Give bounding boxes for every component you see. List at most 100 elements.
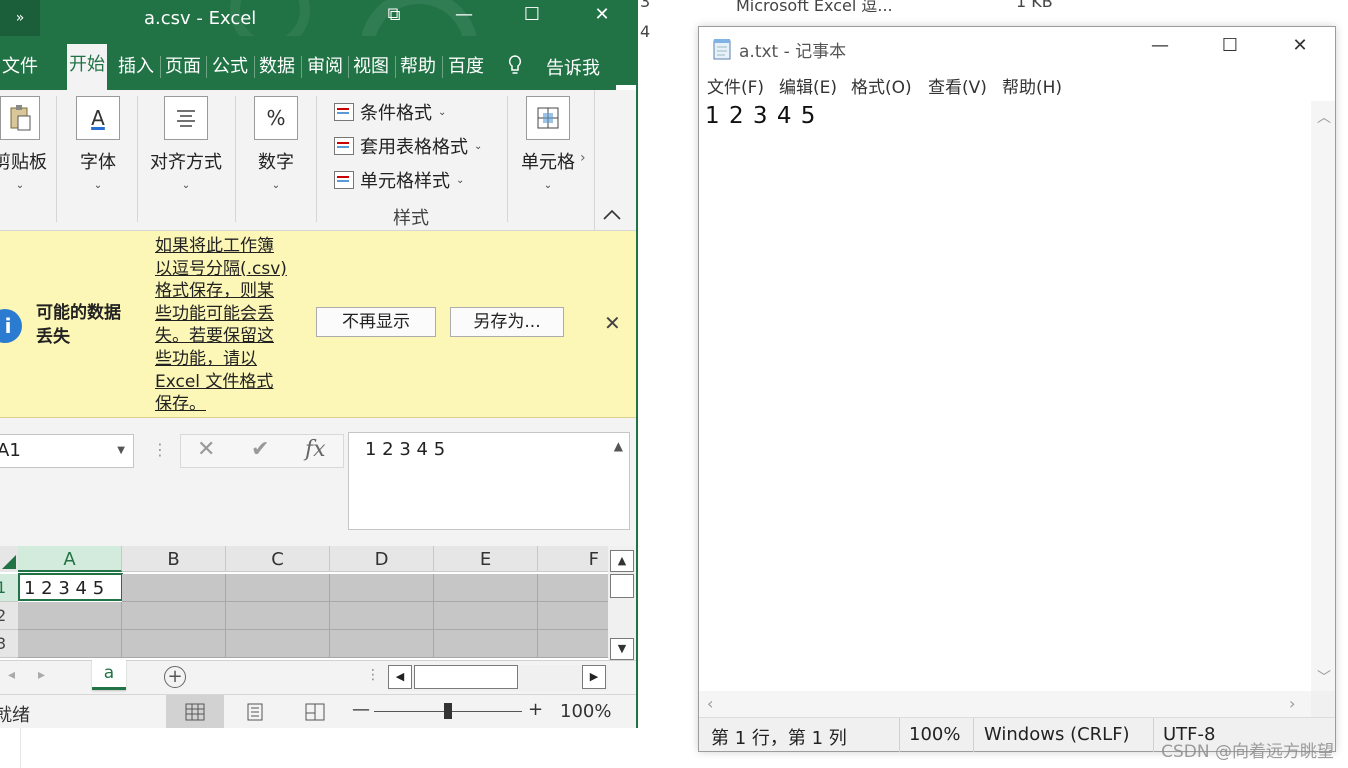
scroll-thumb[interactable] [610,574,634,598]
horizontal-scrollbar[interactable]: ‹ › [699,691,1311,717]
cell[interactable] [122,602,226,630]
minimize-button[interactable]: — [1137,35,1183,56]
cell-styles-button[interactable]: 单元格样式 ⌄ [334,167,464,193]
dont-show-again-button[interactable]: 不再显示 [316,307,436,337]
tab-help[interactable]: 帮助 [398,54,438,90]
collapse-ribbon-button[interactable] [602,206,622,225]
cell[interactable] [330,602,434,630]
select-all-button[interactable] [0,546,18,572]
scroll-down-button[interactable]: ▼ [610,638,634,660]
menu-format[interactable]: 格式(O) [851,73,912,98]
cell[interactable] [226,574,330,602]
zoom-level[interactable]: 100% [560,701,611,722]
notepad-text-area[interactable]: 1 2 3 4 5 [699,101,1311,691]
collapse-formula-bar-icon[interactable]: ▲ [614,439,623,453]
chevron-left-icon[interactable]: ‹ [707,694,713,713]
cancel-icon[interactable]: ✕ [197,437,215,462]
cell[interactable] [18,630,122,658]
column-header-b[interactable]: B [122,546,226,572]
font-button[interactable]: A 字体 ⌄ [70,96,126,191]
cell[interactable] [226,630,330,658]
vertical-scrollbar[interactable]: ▲ ▼ [608,546,636,660]
scroll-right-button[interactable]: ▶ [582,665,606,689]
tell-me-search[interactable]: 告诉我 [546,54,600,80]
cell-a1[interactable]: 1 2 3 4 5 [18,573,123,601]
column-header-f[interactable]: F [538,546,610,572]
quick-access-expand-button[interactable]: » [0,0,40,36]
formula-bar-splitter[interactable]: ⋮ [152,440,168,459]
message-body-link[interactable]: 如果将此工作簿以逗号分隔(.csv)格式保存，则某些功能可能会丢失。若要保留这些… [155,235,290,416]
zoom-out-button[interactable]: — [352,699,370,720]
column-header-e[interactable]: E [434,546,538,572]
format-as-table-button[interactable]: 套用表格格式 ⌄ [334,133,482,159]
page-layout-view-button[interactable] [226,695,284,728]
row-header-1[interactable]: 1 [0,574,18,602]
tab-formulas[interactable]: 公式 [210,54,250,90]
cell[interactable] [330,574,434,602]
chevron-right-icon[interactable]: › [1289,694,1295,713]
tab-splitter[interactable]: ⋮ [366,667,380,683]
horizontal-scrollbar[interactable]: ◀ ▶ [388,665,608,691]
cell[interactable] [434,574,538,602]
tab-separator [301,56,302,78]
next-sheet-button[interactable]: ▸ [38,667,45,683]
insert-function-button[interactable]: fx [305,437,326,462]
scroll-up-button[interactable]: ▲ [610,550,634,572]
cell[interactable] [538,602,610,630]
scroll-thumb[interactable] [414,665,518,689]
add-sheet-button[interactable]: + [164,666,186,688]
cell[interactable] [434,630,538,658]
normal-view-button[interactable] [166,695,224,728]
save-as-button[interactable]: 另存为... [450,307,564,337]
page-break-view-button[interactable] [286,695,344,728]
maximize-button[interactable]: ☐ [512,4,552,25]
cells-button[interactable]: 单元格 ⌄ [518,96,578,191]
tab-insert[interactable]: 插入 [116,54,156,90]
column-header-a[interactable]: A [18,546,122,572]
menu-edit[interactable]: 编辑(E) [779,73,837,98]
chevron-up-icon[interactable]: ︿ [1317,107,1331,127]
menu-help[interactable]: 帮助(H) [1002,73,1062,98]
row-header-3[interactable]: 3 [0,630,18,658]
cell[interactable] [226,602,330,630]
tab-view[interactable]: 视图 [351,54,391,90]
cell[interactable] [538,630,610,658]
cell[interactable] [122,574,226,602]
cell[interactable] [330,630,434,658]
tab-data[interactable]: 数据 [257,54,297,90]
cell[interactable] [434,602,538,630]
tab-review[interactable]: 审阅 [305,54,345,90]
clipboard-button[interactable]: 剪贴板 ⌄ [0,96,48,191]
name-box[interactable]: A1 ▼ [0,434,134,468]
minimize-button[interactable]: — [444,4,484,25]
ribbon-display-options-button[interactable]: ⧉ [374,4,414,25]
close-button[interactable]: ✕ [1277,35,1323,56]
zoom-in-button[interactable]: + [528,699,543,720]
tab-home[interactable]: 开始 [67,44,107,90]
scroll-left-button[interactable]: ◀ [388,665,412,689]
close-icon[interactable]: ✕ [604,311,621,335]
prev-sheet-button[interactable]: ◂ [8,667,15,683]
column-header-d[interactable]: D [330,546,434,572]
menu-file[interactable]: 文件(F) [707,73,764,98]
tab-file[interactable]: 文件 [0,54,40,90]
cell[interactable] [538,574,610,602]
column-header-c[interactable]: C [226,546,330,572]
close-button[interactable]: ✕ [582,4,622,25]
cell[interactable] [122,630,226,658]
vertical-scrollbar[interactable]: ︿ ﹀ [1311,101,1335,691]
number-button[interactable]: % 数字 ⌄ [248,96,304,191]
sheet-tab-a[interactable]: a [92,660,126,690]
formula-input[interactable]: 1 2 3 4 5 ▲ [348,432,630,530]
menu-view[interactable]: 查看(V) [928,73,987,98]
zoom-slider-thumb[interactable] [444,703,452,719]
conditional-format-button[interactable]: 条件格式 ⌄ [334,99,446,125]
tab-baidu[interactable]: 百度 [446,54,490,90]
chevron-down-icon[interactable]: ﹀ [1317,667,1331,687]
tab-page-layout[interactable]: 页面 [163,54,207,90]
row-header-2[interactable]: 2 [0,602,18,630]
maximize-button[interactable]: ☐ [1207,35,1253,56]
enter-icon[interactable]: ✔ [251,437,269,462]
cell[interactable] [18,602,122,630]
alignment-button[interactable]: 对齐方式 ⌄ [146,96,226,191]
